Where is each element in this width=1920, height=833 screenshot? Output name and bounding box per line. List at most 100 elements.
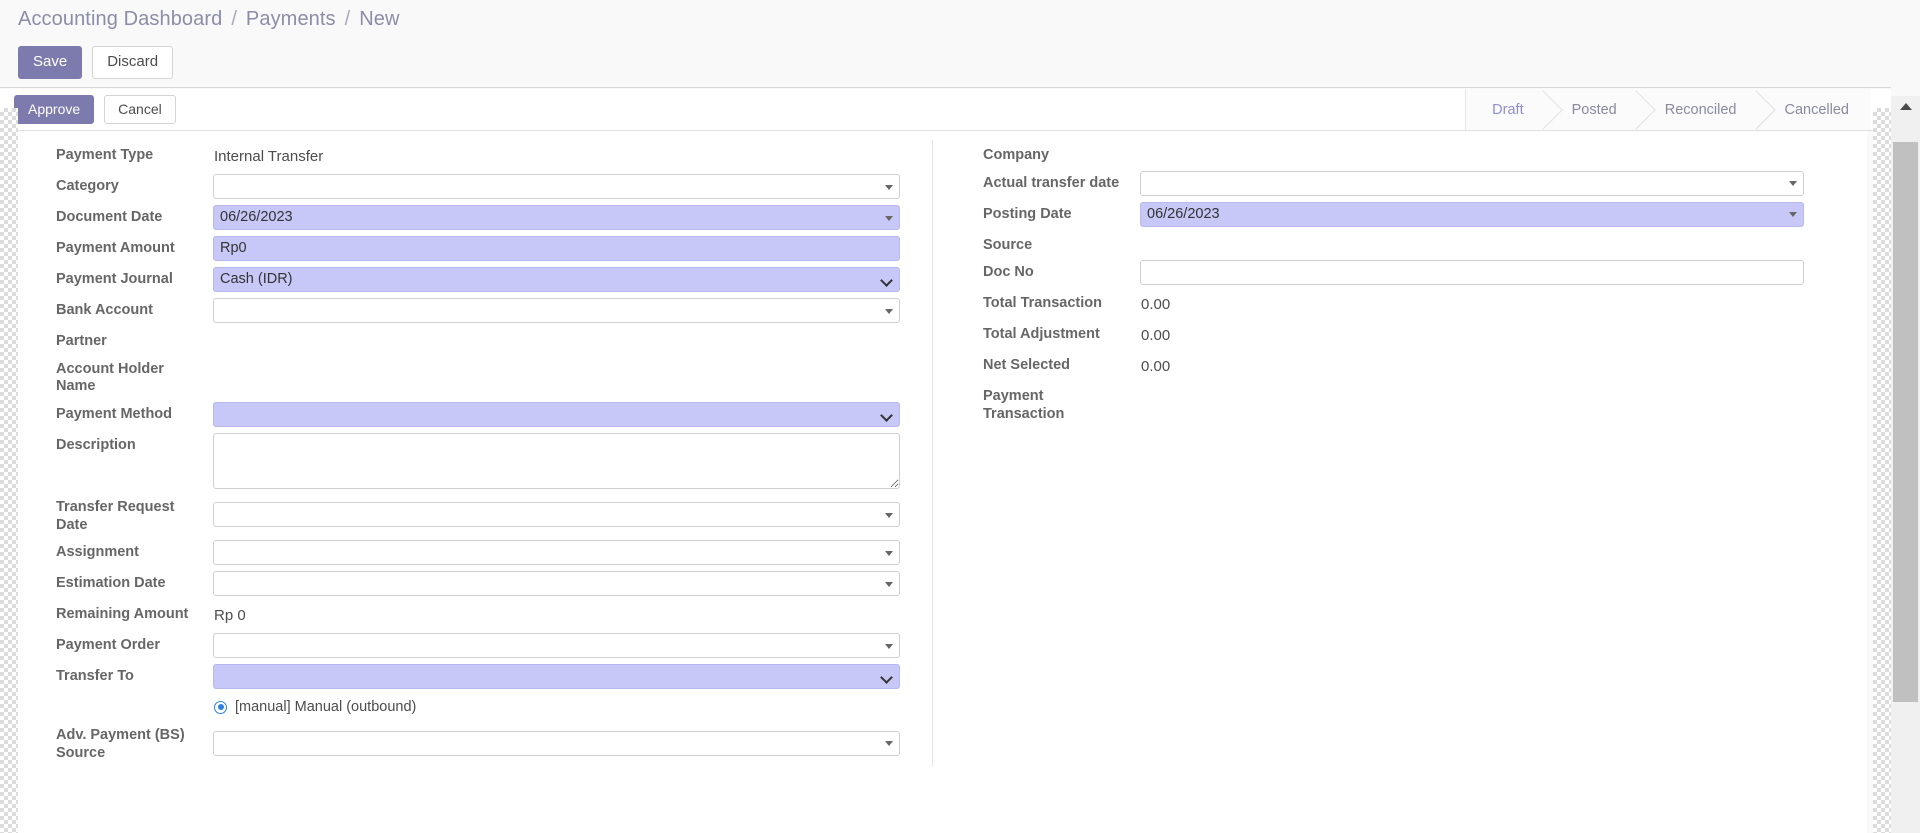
field-adv-payment-bs-source	[213, 720, 908, 765]
field-company	[1140, 140, 1812, 168]
field-category	[213, 171, 908, 202]
field-source	[1140, 230, 1812, 258]
field-payment-method-radio: [manual] Manual (outbound)	[213, 692, 908, 720]
field-payment-type: Internal Transfer	[213, 140, 908, 171]
value-remaining-amount: Rp 0	[214, 607, 246, 625]
label-payment-method-radio	[38, 692, 213, 702]
label-total-transaction: Total Transaction	[983, 295, 1102, 312]
status-step-draft[interactable]: Draft	[1466, 89, 1546, 130]
payment-form-page: Accounting Dashboard / Payments / New Sa…	[0, 0, 1920, 833]
scrollbar-top-filler	[1891, 0, 1920, 108]
status-step-reconciled[interactable]: Reconciled	[1638, 89, 1759, 130]
field-remaining-amount: Rp 0	[213, 599, 908, 630]
label-transfer-to: Transfer To	[56, 668, 134, 685]
label-source: Source	[983, 236, 1033, 253]
field-assignment	[213, 537, 908, 568]
approve-button[interactable]: Approve	[14, 94, 95, 125]
save-button[interactable]: Save	[18, 46, 83, 79]
field-actual-transfer-date	[1140, 168, 1812, 199]
label-estimation-date: Estimation Date	[56, 575, 166, 592]
doc-no-input[interactable]	[1140, 260, 1804, 286]
left-gutter	[0, 108, 18, 833]
scrollbar-thumb[interactable]	[1893, 142, 1918, 702]
transfer-to-select[interactable]	[213, 664, 900, 690]
field-payment-method	[213, 399, 908, 430]
field-payment-journal	[213, 264, 908, 295]
breadcrumb-item-accounting-dashboard[interactable]: Accounting Dashboard	[18, 8, 222, 31]
radio-selected-icon[interactable]	[214, 700, 227, 714]
value-payment-type: Internal Transfer	[214, 148, 324, 165]
field-transfer-to	[213, 661, 908, 692]
label-transfer-request-date: Transfer Request Date	[56, 499, 175, 533]
actual-transfer-date-input[interactable]	[1140, 170, 1804, 196]
value-total-adjustment: 0.00	[1141, 327, 1171, 345]
label-payment-method: Payment Method	[56, 406, 173, 423]
discard-button[interactable]: Discard	[92, 46, 174, 79]
form-sheet: Payment Type Internal Transfer Category …	[18, 131, 1867, 833]
label-company: Company	[983, 147, 1050, 163]
field-document-date	[213, 202, 908, 233]
value-net-selected: 0.00	[1141, 358, 1171, 376]
label-posting-date: Posting Date	[983, 205, 1072, 222]
breadcrumb-separator: /	[344, 7, 351, 30]
status-bar: Draft Posted Reconciled Cancelled	[1465, 89, 1871, 130]
label-bank-account: Bank Account	[56, 302, 153, 318]
field-payment-transaction	[1140, 381, 1812, 426]
posting-date-input[interactable]	[1140, 201, 1804, 227]
field-transfer-request-date	[213, 492, 908, 537]
field-total-adjustment: 0.00	[1140, 319, 1812, 350]
vertical-scrollbar[interactable]	[1873, 96, 1920, 833]
value-payment-transaction	[1140, 400, 1141, 408]
adv-payment-bs-source-input[interactable]	[213, 730, 900, 756]
description-textarea[interactable]	[213, 433, 900, 490]
radio-option-label: [manual] Manual (outbound)	[235, 699, 417, 716]
scrollbar-track-gutter	[1873, 108, 1891, 833]
payment-journal-select[interactable]	[213, 267, 900, 292]
cancel-button[interactable]: Cancel	[104, 94, 176, 125]
value-company	[1140, 150, 1141, 158]
label-total-adjustment: Total Adjustment	[983, 326, 1100, 343]
label-adv-payment-bs-source: Adv. Payment (BS) Source	[56, 727, 185, 762]
label-document-date: Document Date	[56, 209, 163, 225]
document-date-input[interactable]	[213, 205, 900, 230]
form-column-right: Company Actual transfer date Posting Dat…	[932, 140, 1812, 766]
breadcrumb-item-payments[interactable]: Payments	[246, 8, 336, 31]
payment-amount-input[interactable]	[213, 236, 900, 261]
triangle-up-icon	[1899, 102, 1912, 110]
breadcrumb-item-new: New	[359, 7, 400, 30]
field-net-selected: 0.00	[1140, 350, 1812, 381]
value-partner	[213, 336, 214, 344]
category-input[interactable]	[213, 174, 900, 199]
label-payment-amount: Payment Amount	[56, 240, 175, 256]
payment-order-input[interactable]	[213, 633, 900, 659]
label-payment-type: Payment Type	[56, 147, 154, 163]
field-bank-account	[213, 295, 908, 326]
assignment-input[interactable]	[213, 540, 900, 566]
label-net-selected: Net Selected	[983, 357, 1071, 374]
form-grid: Payment Type Internal Transfer Category …	[18, 131, 1867, 766]
breadcrumb: Accounting Dashboard / Payments / New	[0, 0, 1920, 38]
field-partner	[213, 326, 908, 354]
bank-account-input[interactable]	[213, 298, 900, 323]
transfer-request-date-input[interactable]	[213, 502, 900, 528]
workflow-bar: Approve Cancel Draft Posted Reconciled C…	[0, 89, 1920, 131]
label-description: Description	[56, 437, 136, 454]
label-category: Category	[56, 178, 119, 194]
label-payment-journal: Payment Journal	[56, 271, 173, 287]
label-payment-transaction: Payment Transaction	[983, 388, 1065, 423]
field-estimation-date	[213, 568, 908, 599]
field-total-transaction: 0.00	[1140, 288, 1812, 319]
field-account-holder-name	[213, 354, 908, 399]
record-action-bar: Save Discard	[0, 38, 1920, 88]
label-payment-order: Payment Order	[56, 637, 160, 654]
field-description	[213, 430, 908, 492]
value-source	[1140, 240, 1141, 248]
value-total-transaction: 0.00	[1141, 296, 1171, 314]
estimation-date-input[interactable]	[213, 571, 900, 597]
radio-option-manual-outbound[interactable]: [manual] Manual (outbound)	[213, 695, 416, 717]
payment-method-select[interactable]	[213, 402, 900, 428]
scroll-up-button[interactable]	[1891, 96, 1920, 116]
label-account-holder-name: Account Holder Name	[56, 360, 164, 395]
label-actual-transfer-date: Actual transfer date	[983, 174, 1120, 191]
label-partner: Partner	[56, 333, 107, 349]
